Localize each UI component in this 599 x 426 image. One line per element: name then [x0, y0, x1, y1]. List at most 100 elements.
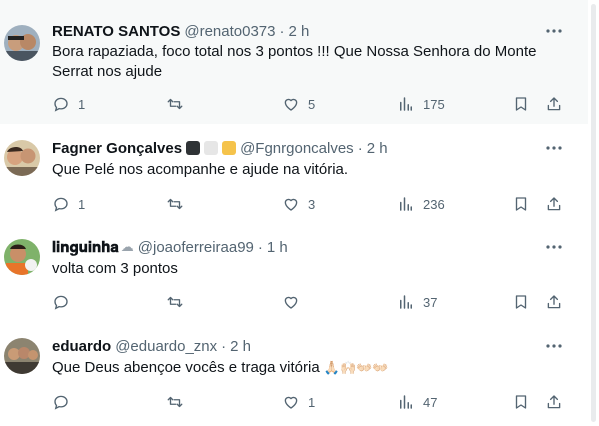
like-button[interactable]: 5 — [282, 94, 315, 114]
tweet[interactable]: 𝐥𝐢𝐧𝐠𝐮𝐢𝐧𝐡𝐚 ☁ @joaoferreiraa99 · 1 h volta… — [0, 226, 588, 325]
timestamp[interactable]: 2 h — [289, 23, 310, 40]
separator-dot: · — [357, 139, 363, 157]
reply-count: 1 — [78, 196, 86, 212]
views-button[interactable]: 175 — [397, 94, 445, 114]
heart-icon — [282, 195, 300, 213]
more-icon[interactable] — [544, 336, 564, 356]
views-icon — [397, 95, 415, 113]
praying-hands-icon: 🙏🏻🙌🏻👐🏻👐🏻 — [323, 360, 389, 376]
separator-dot: · — [221, 337, 227, 355]
share-icon — [545, 293, 563, 311]
share-icon — [545, 393, 563, 411]
user-handle[interactable]: @renato0373 — [184, 23, 275, 40]
like-count: 1 — [308, 394, 316, 410]
reply-icon — [52, 293, 70, 311]
reply-count: 1 — [78, 96, 86, 112]
tweet-header: eduardo @eduardo_znx · 2 h — [52, 336, 251, 356]
avatar[interactable] — [4, 239, 40, 275]
reply-icon — [52, 393, 70, 411]
tweet-text: volta com 3 pontos — [52, 260, 178, 277]
retweet-icon — [166, 195, 184, 213]
retweet-icon — [166, 95, 184, 113]
heart-icon — [282, 95, 300, 113]
tweet-header: Fagner Gonçalves @Fgnrgoncalves · 2 h — [52, 138, 388, 158]
tweet-text-body: Que Deus abençoe vocês e traga vitória — [52, 359, 320, 376]
scrollbar-thumb[interactable] — [591, 4, 596, 422]
bookmark-icon — [512, 95, 530, 113]
separator-dot: · — [279, 22, 285, 40]
tweet-header: 𝐥𝐢𝐧𝐠𝐮𝐢𝐧𝐡𝐚 ☁ @joaoferreiraa99 · 1 h — [52, 237, 288, 257]
views-button[interactable]: 37 — [397, 292, 437, 312]
cloud-icon: ☁ — [120, 239, 134, 254]
retweet-button[interactable] — [166, 392, 192, 412]
views-button[interactable]: 47 — [397, 392, 437, 412]
views-count: 37 — [423, 294, 438, 310]
more-icon[interactable] — [544, 138, 564, 158]
like-button[interactable]: 3 — [282, 194, 315, 214]
user-handle[interactable]: @Fgnrgoncalves — [240, 140, 354, 157]
share-button[interactable] — [545, 94, 563, 114]
retweet-icon — [166, 393, 184, 411]
display-name[interactable]: 𝐥𝐢𝐧𝐠𝐮𝐢𝐧𝐡𝐚 — [52, 239, 119, 256]
views-icon — [397, 293, 415, 311]
tweet[interactable]: Fagner Gonçalves @Fgnrgoncalves · 2 h Qu… — [0, 124, 588, 227]
like-count: 5 — [308, 96, 316, 112]
tweet-actions: 1 5 175 — [52, 94, 572, 114]
scrollbar[interactable] — [588, 0, 599, 426]
bookmark-button[interactable] — [512, 392, 530, 412]
heart-icon — [282, 293, 300, 311]
tweet-actions: 1 47 — [52, 392, 572, 412]
retweet-button[interactable] — [166, 292, 192, 312]
views-count: 47 — [423, 394, 438, 410]
like-button[interactable] — [282, 292, 308, 312]
more-icon[interactable] — [544, 21, 564, 41]
reply-button[interactable]: 1 — [52, 94, 85, 114]
like-count: 3 — [308, 196, 316, 212]
reply-feed: RENATO SANTOS @renato0373 · 2 h Bora rap… — [0, 0, 588, 426]
heart-icon — [282, 393, 300, 411]
flag-badge-icon — [222, 141, 237, 155]
separator-dot: · — [257, 238, 263, 256]
flag-badge-icon — [186, 141, 201, 155]
avatar[interactable] — [4, 140, 40, 176]
retweet-button[interactable] — [166, 94, 192, 114]
bookmark-button[interactable] — [512, 94, 530, 114]
bookmark-button[interactable] — [512, 194, 530, 214]
avatar[interactable] — [4, 338, 40, 374]
timestamp[interactable]: 2 h — [230, 338, 251, 355]
retweet-button[interactable] — [166, 194, 192, 214]
share-button[interactable] — [545, 292, 563, 312]
display-name[interactable]: RENATO SANTOS — [52, 23, 180, 40]
reply-button[interactable] — [52, 292, 78, 312]
views-count: 175 — [423, 96, 445, 112]
bookmark-icon — [512, 393, 530, 411]
tweet-text: Que Pelé nos acompanhe e ajude na vitóri… — [52, 161, 349, 178]
timestamp[interactable]: 1 h — [267, 239, 288, 256]
more-icon[interactable] — [544, 237, 564, 257]
bookmark-button[interactable] — [512, 292, 530, 312]
avatar[interactable] — [4, 25, 40, 61]
display-name[interactable]: eduardo — [52, 338, 111, 355]
timestamp[interactable]: 2 h — [367, 140, 388, 157]
tweet-actions: 1 3 236 — [52, 194, 572, 214]
tweet-text: Que Deus abençoe vocês e traga vitória 🙏… — [52, 358, 562, 378]
reply-button[interactable]: 1 — [52, 194, 85, 214]
tweet-actions: 37 — [52, 292, 572, 312]
bookmark-icon — [512, 195, 530, 213]
tweet[interactable]: RENATO SANTOS @renato0373 · 2 h Bora rap… — [0, 0, 588, 125]
share-button[interactable] — [545, 392, 563, 412]
user-handle[interactable]: @joaoferreiraa99 — [138, 239, 254, 256]
bookmark-icon — [512, 293, 530, 311]
views-button[interactable]: 236 — [397, 194, 445, 214]
share-button[interactable] — [545, 194, 563, 214]
reply-icon — [52, 195, 70, 213]
like-button[interactable]: 1 — [282, 392, 315, 412]
reply-icon — [52, 95, 70, 113]
tweet-text: Bora rapaziada, foco total nos 3 pontos … — [52, 43, 537, 80]
user-handle[interactable]: @eduardo_znx — [115, 338, 217, 355]
retweet-icon — [166, 293, 184, 311]
reply-button[interactable] — [52, 392, 78, 412]
share-icon — [545, 195, 563, 213]
tweet[interactable]: eduardo @eduardo_znx · 2 h Que Deus aben… — [0, 324, 588, 426]
display-name[interactable]: Fagner Gonçalves — [52, 140, 182, 157]
